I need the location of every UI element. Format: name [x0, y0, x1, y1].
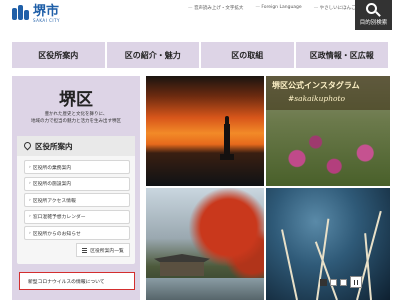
office-guide-links: › 区役所の業務案内 › 区役所の施設案内 › 区役所アクセス情報 › 窓口混雑予想カレ… [24, 160, 130, 243]
nav-item-ward-initiatives[interactable]: 区の取組 [201, 42, 294, 68]
nav-item-ward-intro[interactable]: 区の紹介・魅力 [106, 42, 199, 68]
sunset-statue-photo [146, 76, 264, 186]
guide-link-services[interactable]: › 区役所の業務案内 [24, 160, 130, 174]
slider-dot-1[interactable] [320, 278, 327, 286]
arrow-right-icon: › [29, 164, 31, 170]
pause-button[interactable] [350, 276, 362, 288]
utility-links: 音声読み上げ・文字拡大 Foreign Language やさしいにほんご [188, 5, 356, 11]
slider-dot-2[interactable] [330, 278, 337, 286]
instagram-banner[interactable]: 堺区公式インスタグラム #sakaikuphoto [266, 76, 390, 186]
main-nav: 区役所案内 区の紹介・魅力 区の取組 区政情報・区広報 [12, 42, 388, 68]
ward-title: 堺区 [59, 90, 93, 110]
office-guide-list-button[interactable]: 区役所案内一覧 [76, 243, 130, 257]
util-link-foreign-language[interactable]: Foreign Language [255, 5, 301, 11]
search-icon [366, 3, 377, 14]
guide-link-notices[interactable]: › 区役所からのお知らせ [24, 226, 130, 240]
util-link-accessibility[interactable]: 音声読み上げ・文字拡大 [188, 5, 244, 11]
guide-link-access[interactable]: › 区役所アクセス情報 [24, 193, 130, 207]
logo-subtext: SAKAI CITY [33, 18, 60, 23]
sakai-logo-icon [12, 4, 30, 21]
nav-item-office-guide[interactable]: 区役所案内 [12, 42, 105, 68]
office-guide-heading: 区役所案内 [17, 136, 135, 156]
nav-item-ward-info[interactable]: 区政情報・区広報 [295, 42, 388, 68]
photo-slider: 堺区公式インスタグラム #sakaikuphoto [146, 76, 390, 300]
slider-controls [320, 276, 362, 288]
guide-link-congestion-calendar[interactable]: › 窓口混雑予想カレンダー [24, 209, 130, 224]
arrow-right-icon: › [29, 181, 31, 186]
covid-info-button[interactable]: 新型コロナウイルスの情報について [19, 272, 135, 290]
guide-link-facilities[interactable]: › 区役所の施設案内 [24, 176, 130, 191]
ward-description: 豊かれた歴史と文化を舞りに、 地域の力で担当の魅力と活力を生み出す堺区 [31, 112, 121, 124]
arrow-right-icon: › [29, 230, 31, 236]
ward-panel: 堺区 豊かれた歴史と文化を舞りに、 地域の力で担当の魅力と活力を生み出す堺区 区… [12, 76, 140, 300]
purpose-search-button[interactable]: 目的別検索 [355, 0, 392, 30]
logo-text: 堺市 [33, 4, 60, 19]
office-guide-box: 区役所案内 › 区役所の業務案内 › 区役所の施設案内 › 区役所アクセス情報 › 窓口… [17, 136, 135, 264]
arrow-right-icon: › [29, 197, 31, 203]
slider-dot-3[interactable] [340, 278, 347, 286]
site-logo[interactable]: 堺市 SAKAI CITY [12, 2, 60, 23]
map-pin-icon [24, 142, 31, 151]
util-link-easy-japanese[interactable]: やさしいにほんご [314, 5, 356, 11]
arrow-right-icon: › [29, 214, 31, 219]
search-button-label: 目的別検索 [359, 20, 388, 26]
pause-icon [353, 279, 356, 285]
instagram-hashtag: #sakaikuphoto [288, 94, 346, 103]
instagram-title: 堺区公式インスタグラム [272, 80, 360, 90]
site-header: 堺市 SAKAI CITY 音声読み上げ・文字拡大 Foreign Langua… [0, 0, 400, 38]
list-icon [82, 247, 88, 253]
autumn-garden-photo [146, 188, 264, 300]
